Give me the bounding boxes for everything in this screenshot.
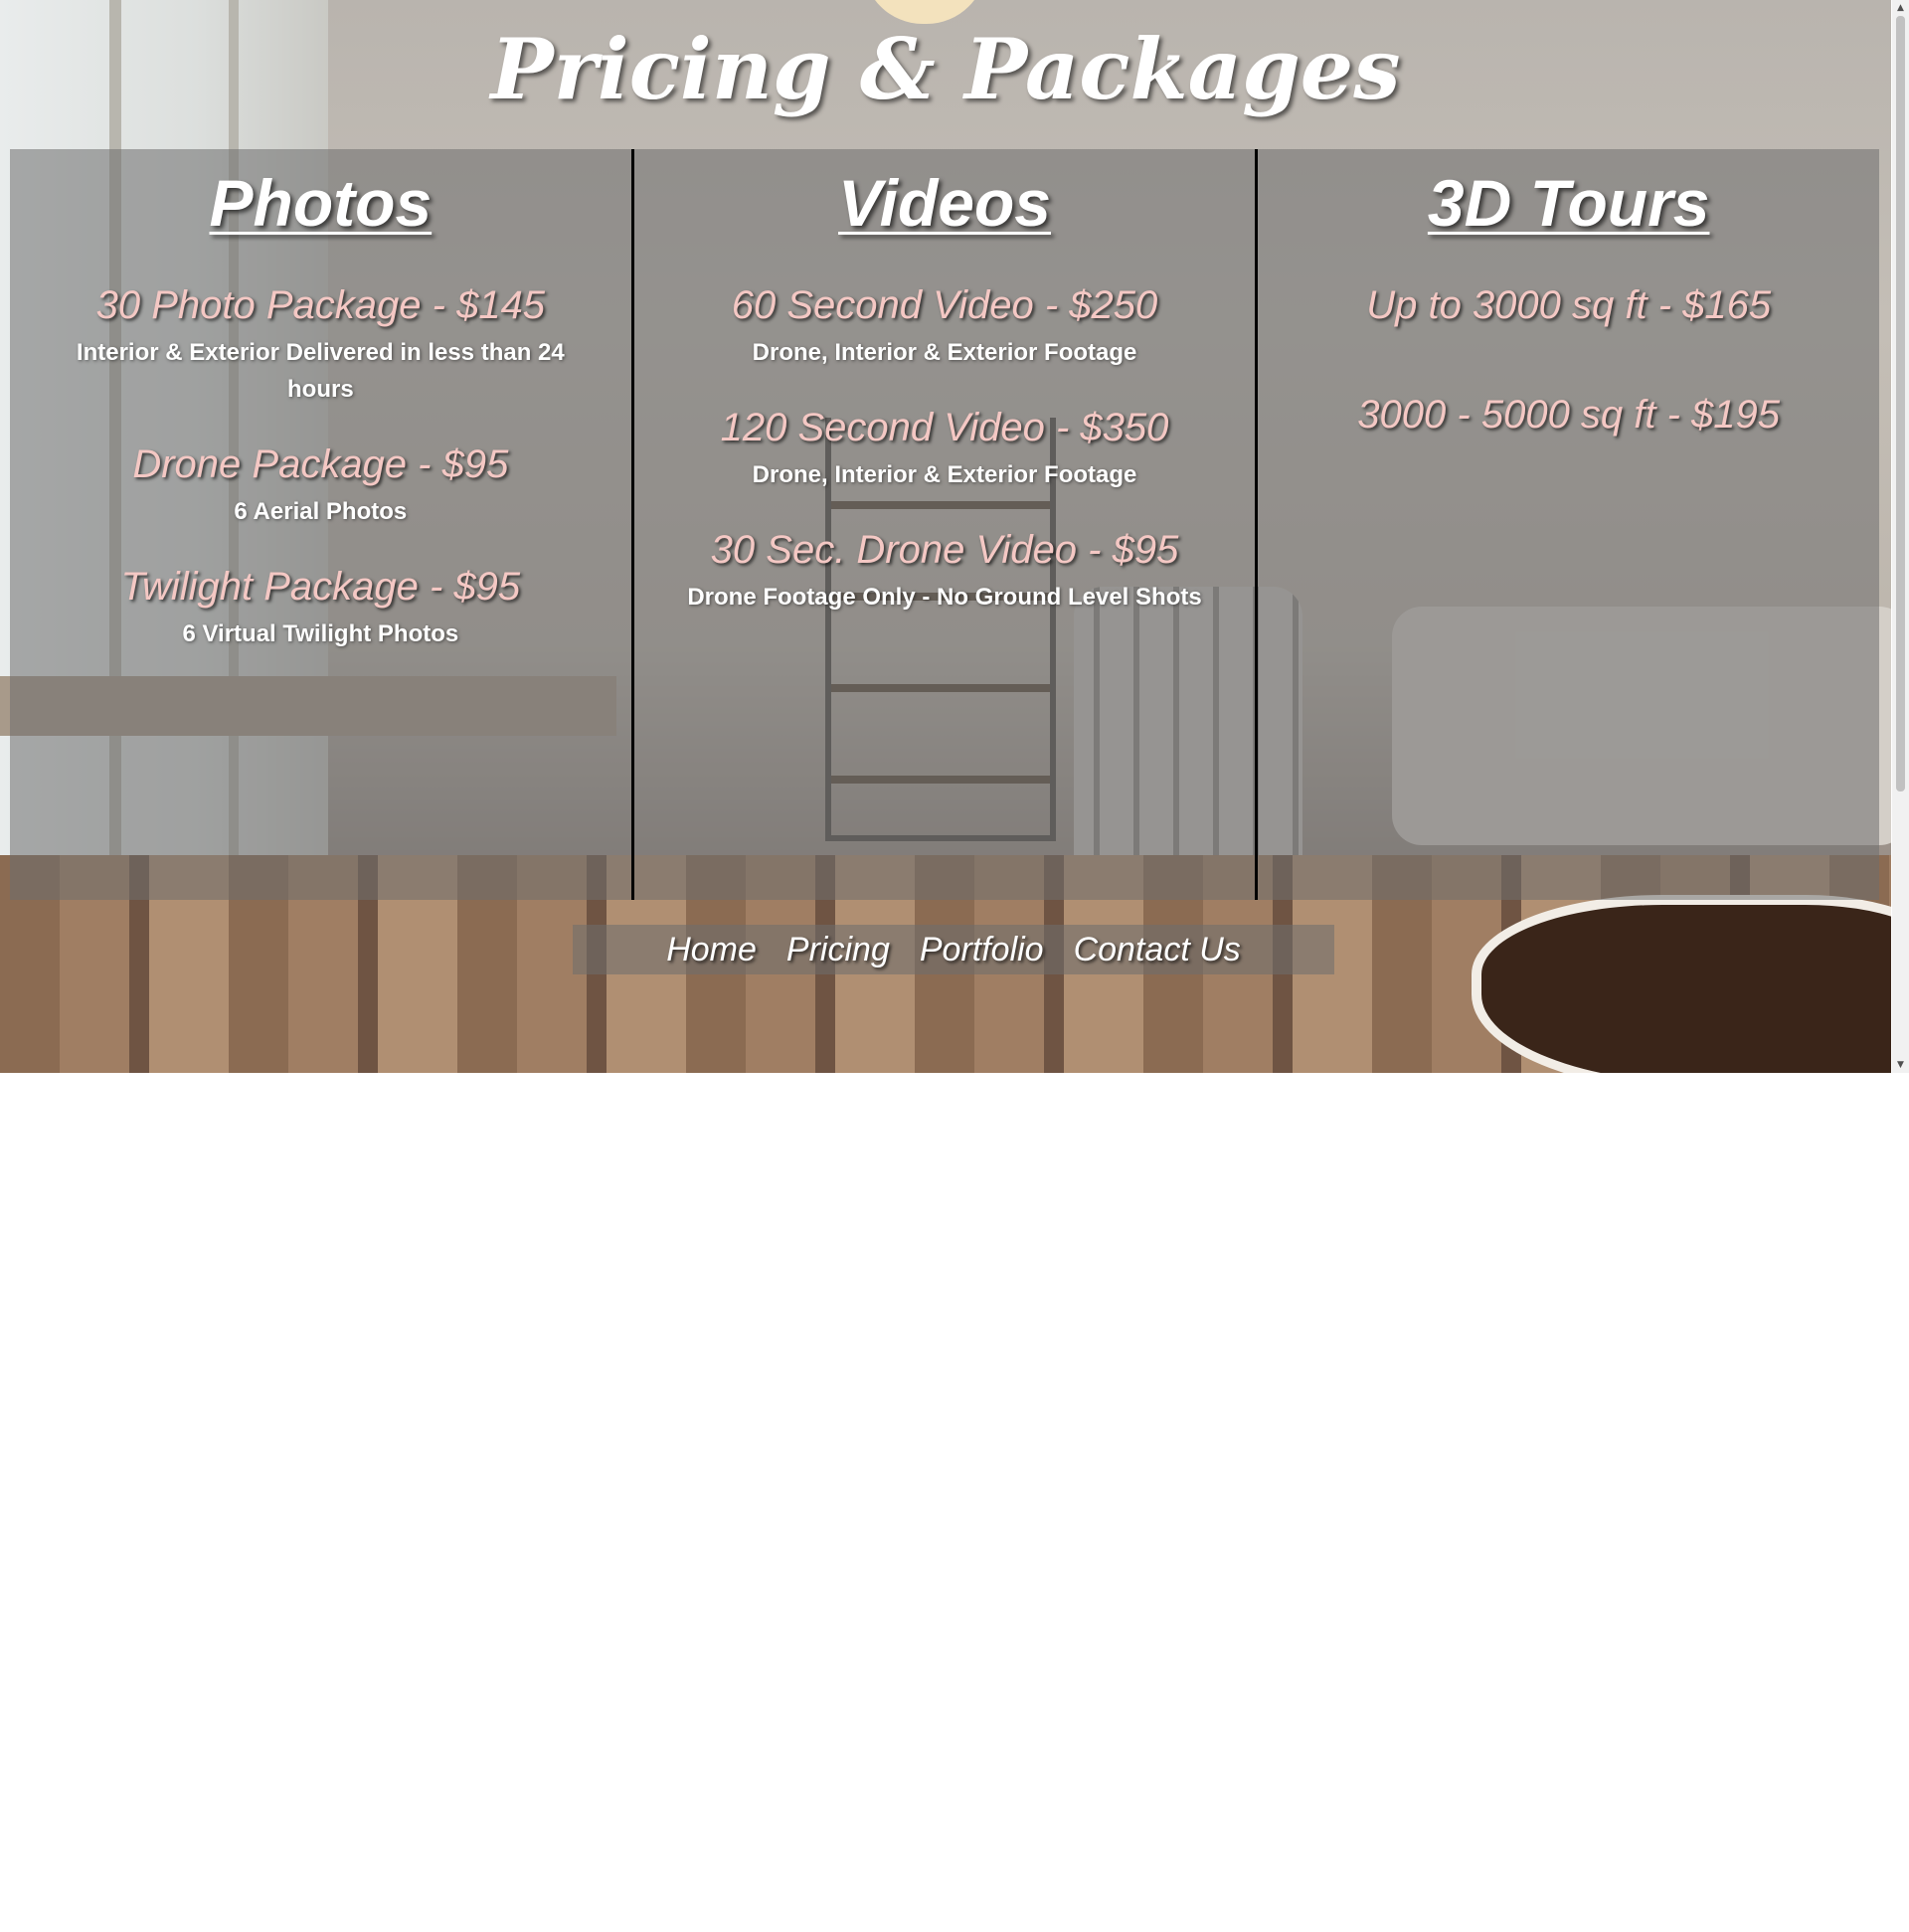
package-description: Drone, Interior & Exterior Footage [752, 339, 1137, 366]
nav-link-pricing[interactable]: Pricing [786, 931, 890, 969]
scroll-up-arrow-icon[interactable]: ▲ [1892, 0, 1909, 16]
package-title: Up to 3000 sq ft - $165 [1366, 283, 1772, 327]
column-heading-videos: Videos [838, 166, 1051, 240]
package-title: 120 Second Video - $350 [720, 406, 1169, 449]
page-title: Pricing & Packages [490, 20, 1401, 118]
package-item: 120 Second Video - $350 Drone, Interior … [684, 403, 1206, 493]
vertical-scrollbar[interactable]: ▲ ▼ [1892, 0, 1909, 1073]
scrollbar-thumb[interactable] [1896, 16, 1905, 791]
package-item: 30 Sec. Drone Video - $95 Drone Footage … [684, 525, 1206, 615]
package-title: 30 Sec. Drone Video - $95 [710, 528, 1179, 572]
scroll-down-arrow-icon[interactable]: ▼ [1892, 1057, 1909, 1073]
page-viewport: Pricing & Packages Photos 30 Photo Packa… [0, 0, 1909, 1079]
main-nav: Home Pricing Portfolio Contact Us [573, 925, 1334, 974]
package-title: Twilight Package - $95 [120, 565, 521, 609]
package-item: 30 Photo Package - $145 Interior & Exter… [60, 280, 582, 408]
column-videos: Videos 60 Second Video - $250 Drone, Int… [630, 149, 1256, 900]
package-title: 3000 - 5000 sq ft - $195 [1357, 393, 1781, 437]
package-description: 6 Aerial Photos [234, 498, 408, 525]
package-description: Drone Footage Only - No Ground Level Sho… [687, 584, 1202, 611]
package-title: Drone Package - $95 [132, 442, 509, 486]
nav-link-contact-us[interactable]: Contact Us [1074, 931, 1241, 969]
package-description: 6 Virtual Twilight Photos [182, 620, 459, 647]
package-item: Up to 3000 sq ft - $165 [1307, 280, 1829, 330]
package-description: Interior & Exterior Delivered in less th… [76, 339, 565, 403]
nav-link-portfolio[interactable]: Portfolio [920, 931, 1044, 969]
package-item: 3000 - 5000 sq ft - $195 [1307, 390, 1829, 439]
column-heading-3d-tours: 3D Tours [1427, 166, 1710, 240]
package-description: Drone, Interior & Exterior Footage [752, 461, 1137, 488]
package-title: 30 Photo Package - $145 [95, 283, 546, 327]
package-item: 60 Second Video - $250 Drone, Interior &… [684, 280, 1206, 371]
package-item: Drone Package - $95 6 Aerial Photos [60, 439, 582, 530]
package-item: Twilight Package - $95 6 Virtual Twiligh… [60, 562, 582, 652]
background-rug [1472, 895, 1891, 1073]
pricing-panel: Photos 30 Photo Package - $145 Interior … [10, 149, 1879, 900]
column-heading-photos: Photos [209, 166, 433, 240]
nav-link-home[interactable]: Home [666, 931, 757, 969]
package-title: 60 Second Video - $250 [731, 283, 1158, 327]
column-3d-tours: 3D Tours Up to 3000 sq ft - $165 3000 - … [1255, 149, 1879, 900]
column-photos: Photos 30 Photo Package - $145 Interior … [10, 149, 631, 900]
